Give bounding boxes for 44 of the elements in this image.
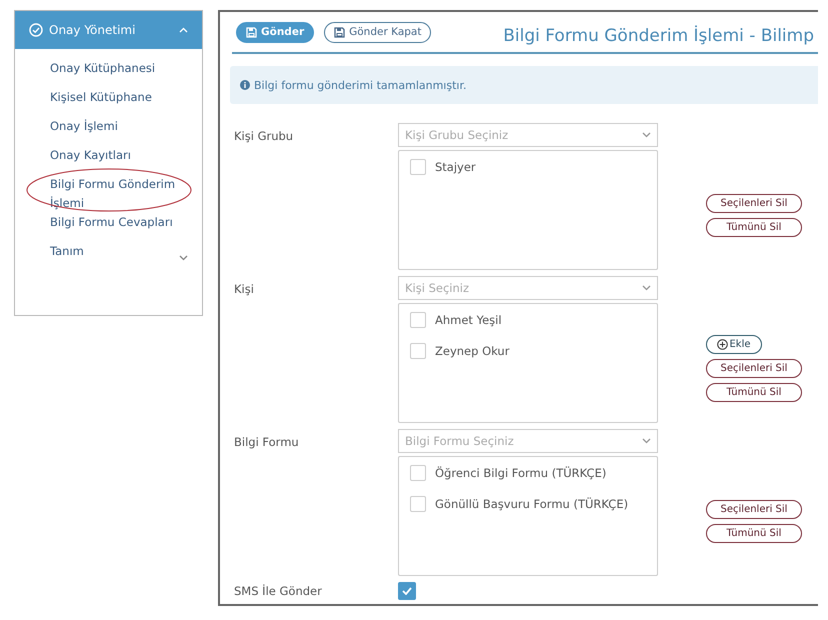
checkbox[interactable]	[410, 496, 426, 512]
send-close-button[interactable]: Gönder Kapat	[324, 22, 432, 42]
sidebar-item[interactable]: Tanım	[50, 242, 84, 261]
sidebar-item[interactable]: Bilgi Formu Cevapları	[50, 213, 173, 232]
remove-button[interactable]: Seçilenleri Sil	[706, 358, 802, 378]
remove-button[interactable]: Tümünü Sil	[706, 382, 802, 402]
remove-button[interactable]: Seçilenleri Sil	[706, 500, 802, 518]
select-placeholder: Kişi Grubu Seçiniz	[405, 128, 508, 142]
select-placeholder: Kişi Seçiniz	[405, 281, 469, 295]
sidebar-item[interactable]: Onay İşlemi	[50, 117, 118, 136]
list-item-label: Gönüllü Başvuru Formu (TÜRKÇE)	[435, 497, 628, 511]
dropdown-caret-icon	[642, 132, 651, 138]
select-placeholder: Bilgi Formu Seçiniz	[405, 434, 514, 448]
remove-button[interactable]: Seçilenleri Sil	[706, 194, 802, 212]
list-item-label: Stajyer	[435, 160, 476, 174]
sidebar-header-label: Onay Yönetimi	[49, 23, 136, 37]
sidebar-item[interactable]: Onay Kayıtları	[50, 146, 131, 165]
info-icon	[240, 80, 250, 90]
sidebar-item[interactable]: Kişisel Kütüphane	[50, 88, 152, 107]
checkbox[interactable]	[410, 465, 426, 481]
alert-text: Bilgi formu gönderimi tamamlanmıştır.	[254, 78, 466, 92]
check-icon	[402, 587, 412, 595]
expand-caret-icon	[179, 255, 188, 261]
collapse-caret-icon	[179, 27, 188, 33]
field-label: SMS İle Gönder	[234, 584, 323, 598]
list-item-label: Ahmet Yeşil	[435, 313, 502, 327]
add-button[interactable]: Ekle	[706, 334, 762, 354]
list-item-label: Öğrenci Bilgi Formu (TÜRKÇE)	[435, 466, 606, 480]
field-label: Kişi	[234, 281, 255, 298]
remove-button[interactable]: Tümünü Sil	[706, 218, 802, 236]
checkbox[interactable]	[410, 343, 426, 359]
plus-circle-icon	[717, 338, 728, 350]
checkbox[interactable]	[410, 312, 426, 328]
field-label: Kişi Grubu	[234, 128, 294, 145]
check-circle-icon	[29, 23, 43, 37]
checkbox[interactable]	[410, 159, 426, 175]
dropdown-caret-icon	[642, 438, 651, 444]
sms-checkbox[interactable]	[398, 582, 416, 600]
sidebar-item[interactable]: Onay Kütüphanesi	[50, 59, 156, 78]
page-title: Bilgi Formu Gönderim İşlemi - Bilimp	[502, 24, 815, 46]
dropdown-caret-icon	[642, 285, 651, 291]
list-item-label: Zeynep Okur	[435, 344, 510, 358]
remove-button[interactable]: Tümünü Sil	[706, 524, 802, 542]
field-label: Bilgi Formu	[234, 434, 300, 451]
